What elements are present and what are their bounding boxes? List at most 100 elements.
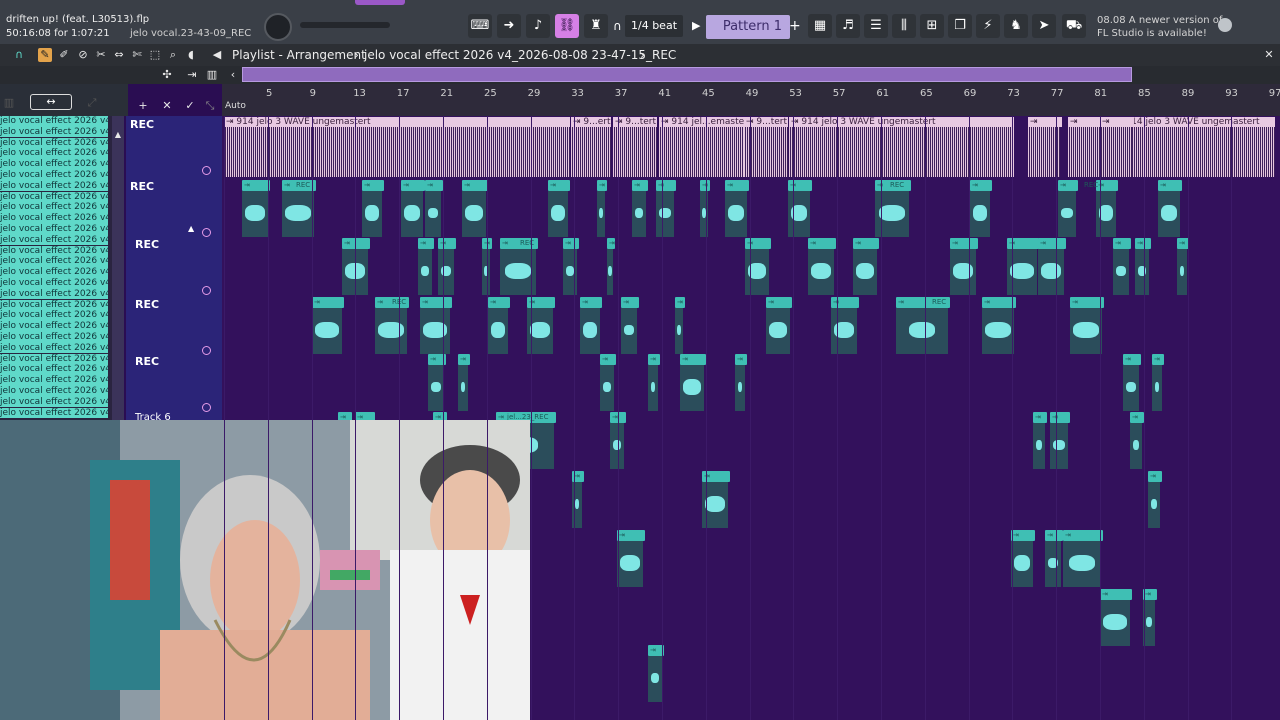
audio-clip-header[interactable]: ⇥ xyxy=(425,180,443,191)
audio-clip-waveform[interactable] xyxy=(1100,127,1132,177)
picker-clip-item[interactable]: jelo vocal effect 2026 v4_2 xyxy=(0,321,108,333)
slice-tool-icon[interactable]: ✄ xyxy=(130,48,144,62)
audio-clip-header[interactable]: ⇥ xyxy=(1143,589,1157,600)
window-arrow-icon[interactable]: ◀ xyxy=(210,48,224,62)
audio-clip-header[interactable]: ⇥ xyxy=(597,180,607,191)
audio-clip-header[interactable]: ⇥ xyxy=(1050,412,1070,423)
audio-clip-waveform[interactable] xyxy=(1028,127,1060,177)
audio-clip-header[interactable]: ⇥ xyxy=(548,180,570,191)
typing-keyboard-icon[interactable]: ⌨ xyxy=(468,14,492,38)
globe-icon[interactable] xyxy=(1218,18,1232,32)
audio-clip-header[interactable]: ⇥ xyxy=(675,297,685,308)
picker-mode-icon[interactable]: ↔ xyxy=(30,94,72,110)
audio-clip-header[interactable]: ⇥ xyxy=(580,297,602,308)
close-icon[interactable]: ✕ xyxy=(1262,48,1276,62)
picker-clip-item[interactable]: jelo vocal effect 2026 v4_2 xyxy=(0,126,108,139)
picker-grid-icon[interactable]: ▥ xyxy=(2,96,16,110)
audio-clip-header[interactable]: ⇥ xyxy=(788,180,812,191)
playback-tool-icon[interactable]: ◖ xyxy=(184,48,198,62)
picker-clip-item[interactable]: jelo vocal effect 2026 v4_2 xyxy=(0,159,108,171)
audio-clip-header[interactable]: ⇥ xyxy=(617,530,645,541)
audio-clip-header[interactable]: ⇥ xyxy=(600,354,616,365)
picker-clip-item[interactable]: jelo vocal effect 2026 v4_2 xyxy=(0,364,108,376)
audio-clip-header[interactable]: ⇥ xyxy=(648,354,660,365)
audio-clip-header[interactable]: ⇥ xyxy=(1011,530,1035,541)
audio-clip-header[interactable]: ⇥ xyxy=(632,180,648,191)
track-collapse-icon[interactable]: ▲ xyxy=(188,224,194,233)
audio-clip-waveform[interactable] xyxy=(789,127,1014,177)
clear-icon[interactable]: ✕ xyxy=(160,99,174,113)
audio-clip-header[interactable]: ⇥ xyxy=(766,297,792,308)
audio-clip-header[interactable]: ⇥ xyxy=(488,297,510,308)
picker-link-icon[interactable]: ⤢ xyxy=(85,96,99,110)
audio-clip-header[interactable]: ⇥ xyxy=(970,180,992,191)
picker-clip-item[interactable]: jelo vocal effect 2026 v4_2 xyxy=(0,407,108,420)
audio-clip-waveform[interactable] xyxy=(659,127,744,177)
audio-clip-header[interactable]: ⇥ xyxy=(242,180,270,191)
audio-clip-header[interactable]: ⇥ xyxy=(1113,238,1131,249)
resize-icon[interactable]: ⤡ xyxy=(203,99,217,113)
audio-clip-waveform[interactable] xyxy=(571,127,611,177)
picker-clip-item[interactable]: jelo vocal effect 2026 v4_2 xyxy=(0,375,108,387)
picker-clip-item[interactable]: jelo vocal effect 2026 v4_2 xyxy=(0,148,108,160)
picker-clip-item[interactable]: jelo vocal effect 2026 v4_2 xyxy=(0,224,108,236)
picker-clip-item[interactable]: jelo vocal effect 2026 v4_2 xyxy=(0,353,108,366)
plugin-icon[interactable]: ⚡ xyxy=(976,14,1000,38)
picker-clip-item[interactable]: jelo vocal effect 2026 v4_2 xyxy=(0,256,108,268)
audio-clip-header[interactable]: ⇥ xyxy=(680,354,706,365)
picker-clip-item[interactable]: jelo vocal effect 2026 v4_2 xyxy=(0,180,108,193)
track-label[interactable]: REC xyxy=(135,355,159,368)
audio-clip-header[interactable]: ⇥ 9...ert xyxy=(571,117,611,127)
audio-clip-header[interactable]: ⇥ xyxy=(1158,180,1182,191)
audio-clip-header[interactable]: ⇥ xyxy=(656,180,676,191)
audio-clip-header[interactable]: ⇥ xyxy=(1058,180,1078,191)
audio-clip-header[interactable]: ⇥ xyxy=(1148,471,1162,482)
audio-clip-header[interactable]: ⇥ xyxy=(362,180,384,191)
audio-clip-header[interactable]: ⇥ 914 jelo 3 WAVE ungemastert xyxy=(224,117,570,127)
audio-clip-header[interactable]: ⇥ xyxy=(563,238,579,249)
arrow-right-icon[interactable]: ➜ xyxy=(497,14,521,38)
picker-clip-item[interactable]: jelo vocal effect 2026 v4_2 xyxy=(0,342,108,355)
audio-clip-header[interactable]: ⇥ 914 jel...emastert xyxy=(659,117,744,127)
picker-scrollbar[interactable] xyxy=(112,116,124,420)
pattern-selector[interactable]: Pattern 1 xyxy=(706,15,790,39)
select-tool-icon[interactable]: ⬚ xyxy=(148,48,162,62)
picker-clip-item[interactable]: jelo vocal effect 2026 v4_2 xyxy=(0,332,108,344)
picker-clip-item[interactable]: jelo vocal effect 2026 v4_2 xyxy=(0,234,108,247)
picker-clip-item[interactable]: jelo vocal effect 2026 v4_2 xyxy=(0,278,108,290)
hat-icon[interactable]: ♜ xyxy=(584,14,608,38)
bird-icon[interactable]: ➤ xyxy=(1032,14,1056,38)
shop-cart-icon[interactable]: ⛟ xyxy=(1062,14,1086,38)
picker-clip-item[interactable]: jelo vocal effect 2026 v4_2 xyxy=(0,299,108,312)
audio-clip-header[interactable]: ⇥ xyxy=(982,297,1016,308)
audio-clip-header[interactable]: ⇥ xyxy=(1070,297,1104,308)
link-icon[interactable]: ⛓ xyxy=(555,14,579,38)
audio-clip-header[interactable]: ⇥ xyxy=(735,354,747,365)
master-volume-knob[interactable] xyxy=(264,13,292,41)
browser-icon[interactable]: ⊞ xyxy=(920,14,944,38)
track-label[interactable]: REC xyxy=(130,180,154,193)
audio-clip-waveform[interactable] xyxy=(224,127,570,177)
zoom-tool-icon[interactable]: ⌕ xyxy=(166,48,180,62)
audio-clip-header[interactable]: ⇥ xyxy=(1100,117,1134,127)
scroll-left-icon[interactable]: ‹ xyxy=(226,68,240,82)
delete-tool-icon[interactable]: ⊘ xyxy=(76,48,90,62)
audio-clip-header[interactable]: ⇥ xyxy=(607,238,615,249)
magnet-icon[interactable]: ∩ xyxy=(12,48,26,62)
audio-clip-waveform[interactable] xyxy=(613,127,657,177)
playlist-window-icon[interactable]: ▦ xyxy=(808,14,832,38)
pattern-arrow-icon[interactable]: ▶ xyxy=(692,19,700,32)
audio-clip-header[interactable]: ⇥ xyxy=(1038,238,1066,249)
audio-clip-header[interactable]: ⇥ 914 jelo 3 WAVE ungemastert xyxy=(789,117,1014,127)
audio-clip-header[interactable]: ⇥ 914 jelo 3 WAVE ungemastert xyxy=(1113,117,1275,127)
audio-clip-header[interactable]: ⇥ xyxy=(808,238,836,249)
audio-clip-header[interactable]: ⇥ xyxy=(458,354,470,365)
metronome-icon[interactable]: ♪ xyxy=(526,14,550,38)
audio-clip-header[interactable]: ⇥ xyxy=(831,297,859,308)
snap-selector[interactable]: 1/4 beat xyxy=(625,15,684,37)
picker-scroll-up-icon[interactable]: ▲ xyxy=(111,128,125,142)
audio-clip-waveform[interactable] xyxy=(744,127,788,177)
picker-clip-item[interactable]: jelo vocal effect 2026 v4_2 xyxy=(0,245,108,258)
audio-clip-header[interactable]: ⇥ 9...tert xyxy=(744,117,788,127)
song-mode-indicator[interactable] xyxy=(355,0,405,5)
